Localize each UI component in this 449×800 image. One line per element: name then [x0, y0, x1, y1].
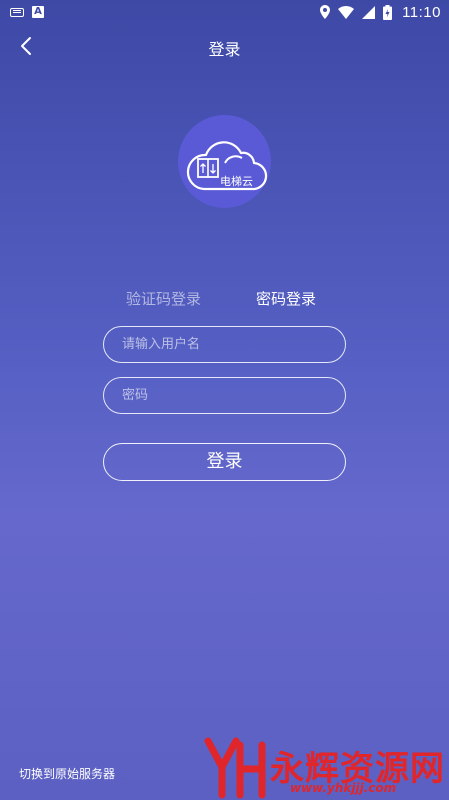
password-input[interactable] [104, 378, 345, 413]
status-bar: A 11:10 [0, 0, 449, 24]
wifi-icon [338, 5, 355, 19]
watermark: 永辉资源网 www.yhkjjj.com [202, 737, 449, 800]
status-left: A [10, 6, 44, 18]
a-notification-icon: A [32, 6, 44, 18]
app-logo: 电梯云 [178, 115, 271, 208]
username-input[interactable] [104, 327, 345, 362]
battery-icon [383, 4, 393, 20]
location-icon [320, 5, 331, 19]
username-field [103, 326, 346, 363]
watermark-logo-icon [204, 737, 266, 799]
logo-text: 电梯云 [220, 175, 253, 188]
signal-icon [362, 5, 376, 19]
watermark-url: www.yhkjjj.com [290, 781, 397, 795]
login-tabs: 验证码登录 密码登录 [0, 288, 449, 310]
page-title: 登录 [208, 40, 241, 59]
status-right: 11:10 [320, 4, 441, 21]
status-time: 11:10 [402, 3, 441, 21]
tab-password-login[interactable]: 密码登录 [256, 288, 316, 309]
switch-server-link[interactable]: 切换到原始服务器 [19, 765, 115, 782]
cloud-elevator-icon [186, 141, 268, 191]
top-bar: 登录 [0, 24, 449, 68]
tab-sms-login[interactable]: 验证码登录 [126, 288, 201, 309]
password-field [103, 377, 346, 414]
keyboard-icon [10, 7, 24, 17]
login-button[interactable]: 登录 [103, 443, 346, 481]
